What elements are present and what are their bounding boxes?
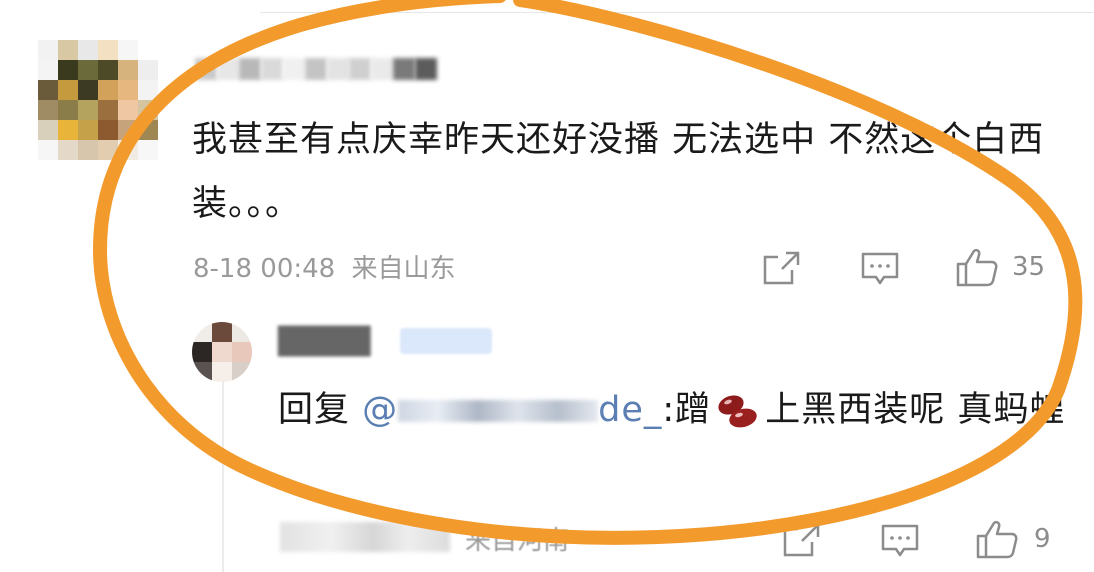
reply-username-blurred[interactable]: ▇▇▇▇ [278,322,370,357]
reply-like-count: 9 [1034,524,1051,554]
comment-region: 来自山东 [351,254,456,284]
reply-comment-icon[interactable] [880,522,920,560]
mention-name-blurred [398,400,599,422]
comment-icon[interactable] [860,250,900,288]
share-icon[interactable] [762,250,802,286]
reply-text-part2: 上黑西装呢 真蚂蝗 [765,390,1066,430]
reply-text-part1: 蹭 [675,390,712,430]
weibo-comment-screenshot: 我甚至有点庆幸昨天还好没播 无法选中 不然这个白西装。。。 8-18 00:48… [0,0,1094,572]
reply-colon: : [662,390,676,430]
orange-circle-annotation [93,0,1083,545]
mention-link[interactable]: @ de_ [362,390,662,430]
reply-region: 来自河南 [465,526,570,556]
comment-date: 8-18 00:48 [193,254,336,284]
username-blurred[interactable] [195,58,437,80]
mention-end: de_ [598,390,663,430]
red-beans-emoji [718,395,757,428]
like-count: 35 [1012,252,1046,282]
reply-prefix: 回复 [278,390,363,430]
reply-share-icon[interactable] [782,522,822,558]
mention-at: @ [362,390,399,430]
reply-avatar[interactable] [192,322,252,382]
avatar[interactable] [38,40,158,160]
reply-date-blurred [280,522,450,552]
divider [260,12,1094,13]
comment-meta: 8-18 00:48 来自山东 [193,248,455,285]
reply-user-badge [400,328,492,354]
comment-text: 我甚至有点庆幸昨天还好没播 无法选中 不然这个白西装。。。 [192,120,1045,224]
reply-thread-line [222,380,224,572]
thumbs-up-icon[interactable] [955,246,999,288]
reply-text: 回复 @ de_:蹭 上黑西装呢 真蚂蝗 [278,378,1068,442]
reply-thumbs-up-icon[interactable] [975,518,1019,560]
